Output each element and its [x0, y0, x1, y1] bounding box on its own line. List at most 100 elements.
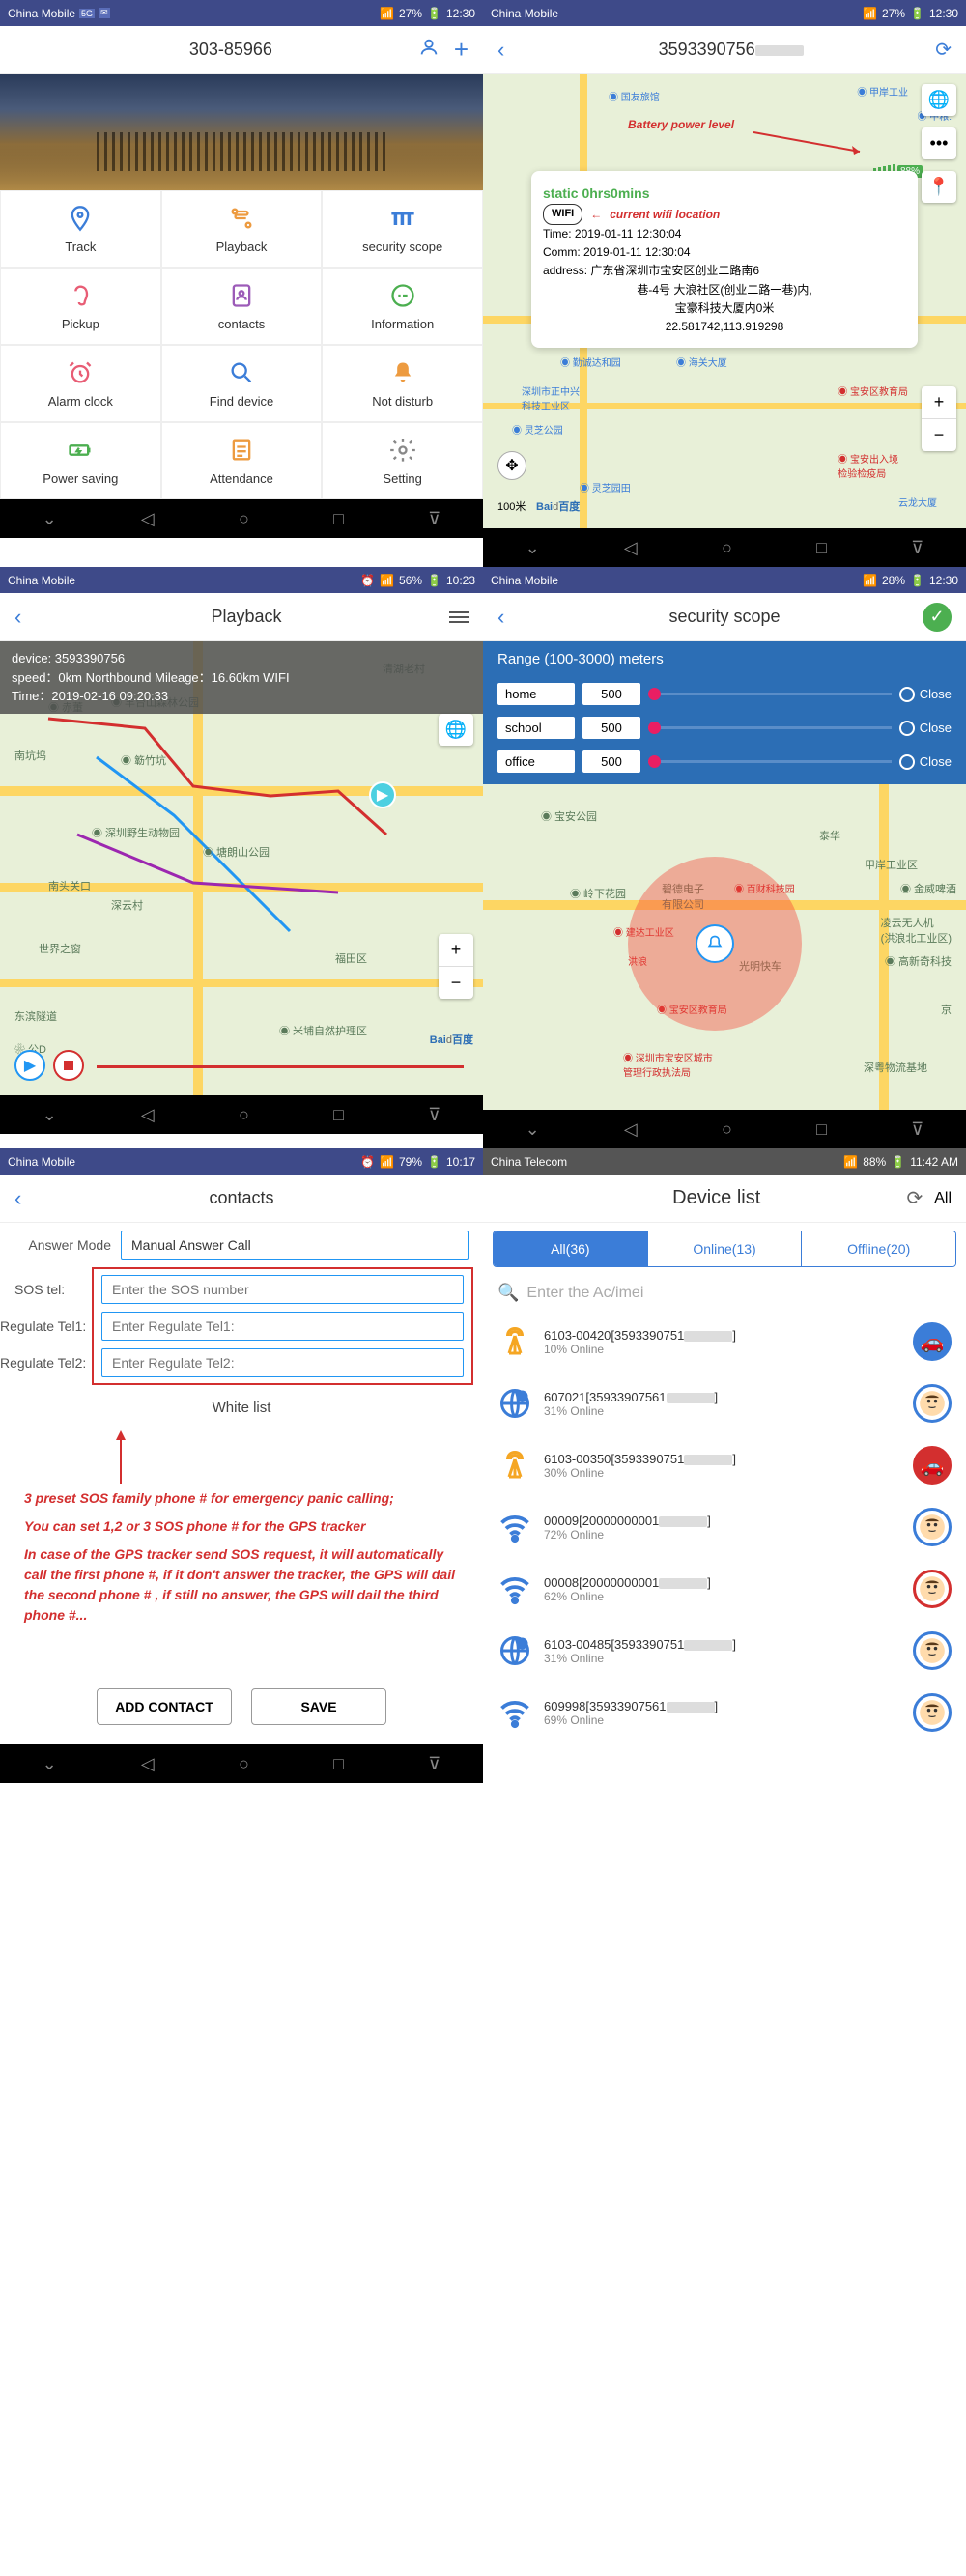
baidu-logo: Baid百度 — [536, 498, 580, 514]
device-type-icon — [497, 1386, 532, 1421]
device-avatar[interactable] — [913, 1570, 952, 1608]
device-row[interactable]: 607021[35933907561] 31% Online — [483, 1373, 966, 1434]
map-zoom[interactable]: +− — [439, 934, 473, 999]
all-label[interactable]: All — [934, 1190, 952, 1207]
map-view[interactable]: ◉ 国友旅馆 ◉ 中粮: ◉ 甲岸工业 兴东 ◉ 东联大厦 光明快车 洪浪北 ◉… — [483, 74, 966, 528]
close-button[interactable]: Close — [899, 721, 952, 736]
back-button[interactable]: ‹ — [497, 605, 526, 630]
page-title: contacts — [43, 1188, 440, 1208]
nav-back[interactable]: ◁ — [141, 509, 155, 529]
device-avatar[interactable]: 🚗 — [913, 1446, 952, 1485]
nav-home[interactable]: ○ — [239, 509, 249, 529]
annotation-wifi: current wifi location — [610, 206, 720, 224]
map-zoom[interactable]: +− — [922, 386, 956, 451]
device-avatar[interactable] — [913, 1631, 952, 1670]
menu-not-disturb[interactable]: Not disturb — [322, 345, 483, 422]
device-row[interactable]: 609998[35933907561] 69% Online — [483, 1682, 966, 1743]
menu-track[interactable]: Track — [0, 190, 161, 268]
confirm-button[interactable]: ✓ — [923, 603, 952, 632]
menu-pickup[interactable]: Pickup — [0, 268, 161, 345]
menu-setting[interactable]: Setting — [322, 422, 483, 499]
whitelist-label: White list — [0, 1385, 483, 1430]
menu-find-device[interactable]: Find device — [161, 345, 323, 422]
search-input[interactable]: Enter the Ac/imei — [526, 1285, 643, 1302]
add-icon[interactable]: + — [454, 35, 469, 65]
regulate-tel2-input[interactable] — [101, 1348, 464, 1377]
scope-value-input[interactable] — [582, 717, 640, 739]
map-layer-btn[interactable]: 🌐 — [439, 714, 473, 746]
device-avatar[interactable] — [913, 1508, 952, 1546]
scope-value-input[interactable] — [582, 683, 640, 705]
compass-icon[interactable]: ✥ — [497, 451, 526, 480]
device-row[interactable]: 00009[20000000001] 72% Online — [483, 1496, 966, 1558]
playback-timeline[interactable] — [97, 1065, 464, 1068]
device-avatar[interactable] — [913, 1384, 952, 1423]
range-slider[interactable] — [648, 726, 892, 729]
map-locate-btn[interactable]: 📍 — [922, 171, 956, 203]
button-row: ADD CONTACT SAVE — [0, 1674, 483, 1744]
playback-map[interactable]: ◉ 赤董 ◉ 羊台山森林公园 清湖老村 南坑坞 ◉ 簕竹坑 ◉ 深圳野生动物园 … — [0, 641, 483, 1095]
close-button[interactable]: Close — [899, 687, 952, 702]
tab-all[interactable]: All(36) — [494, 1231, 647, 1266]
nav-recent[interactable]: □ — [333, 509, 344, 529]
device-id: 303-85966 — [43, 40, 418, 60]
hero-banner — [0, 74, 483, 190]
back-button[interactable]: ‹ — [14, 605, 43, 630]
menu-attendance[interactable]: Attendance — [161, 422, 323, 499]
scope-value-input[interactable] — [582, 750, 640, 773]
device-row[interactable]: 6103-00485[3593390751] 31% Online — [483, 1620, 966, 1682]
device-row[interactable]: 00008[20000000001] 62% Online — [483, 1558, 966, 1620]
menu-contacts[interactable]: contacts — [161, 268, 323, 345]
device-row[interactable]: 6103-00350[3593390751] 30% Online 🚗 — [483, 1434, 966, 1496]
filter-tabs: All(36) Online(13) Offline(20) — [493, 1231, 956, 1267]
profile-icon[interactable] — [418, 37, 440, 64]
menu-icon[interactable] — [449, 611, 469, 623]
close-button[interactable]: Close — [899, 754, 952, 770]
menu-security-scope[interactable]: security scope — [322, 190, 483, 268]
android-nav: ⌄◁○□⊽ — [483, 1110, 966, 1148]
location-info-card: static 0hrs0mins WIFI ← current wifi loc… — [531, 171, 918, 348]
zoom-in[interactable]: + — [922, 386, 956, 418]
tab-online[interactable]: Online(13) — [647, 1231, 803, 1266]
device-type-icon — [497, 1571, 532, 1606]
scope-name-input[interactable] — [497, 717, 575, 739]
device-row[interactable]: 6103-00420[3593390751] 10% Online 🚗 — [483, 1311, 966, 1373]
answer-mode-select[interactable]: Manual Answer Call — [121, 1231, 469, 1260]
map-layer-btn[interactable]: 🌐 — [922, 84, 956, 116]
menu-playback[interactable]: Playback — [161, 190, 323, 268]
geofence-center[interactable] — [696, 924, 734, 963]
android-nav: ⌄◁○□⊽ — [0, 1744, 483, 1783]
scope-name-input[interactable] — [497, 750, 575, 773]
refresh-icon[interactable]: ⟳ — [935, 38, 952, 62]
help-text: 3 preset SOS family phone # for emergenc… — [0, 1488, 483, 1645]
play-button[interactable]: ▶ — [14, 1050, 45, 1081]
nav-menu[interactable]: ⌄ — [43, 509, 57, 529]
status-bar: China Mobile ⏰📶79%🔋10:17 — [0, 1148, 483, 1175]
map-more-btn[interactable]: ••• — [922, 127, 956, 159]
tab-offline[interactable]: Offline(20) — [802, 1231, 955, 1266]
menu-power-saving[interactable]: Power saving — [0, 422, 161, 499]
scope-name-input[interactable] — [497, 683, 575, 705]
device-avatar[interactable]: 🚗 — [913, 1322, 952, 1361]
range-slider[interactable] — [648, 760, 892, 763]
range-slider[interactable] — [648, 693, 892, 695]
device-type-icon — [497, 1324, 532, 1359]
nav-drawer[interactable]: ⊽ — [428, 509, 440, 529]
app-header: ‹ contacts — [0, 1175, 483, 1223]
back-button[interactable]: ‹ — [497, 38, 526, 63]
geofence-map[interactable]: ◉ 宝安公园 泰华 甲岸工业区 ◉ 岭下花园 碧德电子有限公司 ◉ 百财科技园 … — [483, 784, 966, 1110]
zoom-out[interactable]: − — [922, 418, 956, 451]
menu-alarm-clock[interactable]: Alarm clock — [0, 345, 161, 422]
scope-row-home: Close — [483, 677, 966, 711]
add-contact-button[interactable]: ADD CONTACT — [97, 1688, 232, 1725]
device-info: 6103-00350[3593390751] 30% Online — [544, 1452, 901, 1480]
refresh-icon[interactable]: ⟳ — [906, 1186, 923, 1210]
menu-information[interactable]: Information — [322, 268, 483, 345]
stop-button[interactable] — [53, 1050, 84, 1081]
regulate-tel1-input[interactable] — [101, 1312, 464, 1341]
back-button[interactable]: ‹ — [14, 1186, 43, 1211]
sos-tel-input[interactable] — [101, 1275, 464, 1304]
save-button[interactable]: SAVE — [251, 1688, 386, 1725]
device-avatar[interactable] — [913, 1693, 952, 1732]
search-icon: 🔍 — [497, 1283, 519, 1303]
